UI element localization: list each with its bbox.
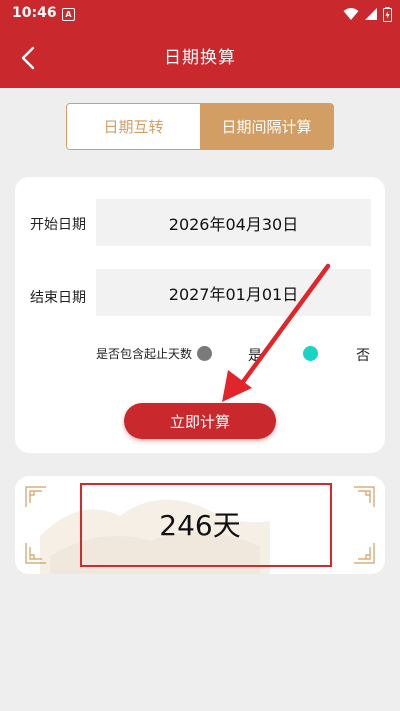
radio-yes-label: 是 (248, 348, 262, 364)
corner-ornament-icon (25, 543, 46, 564)
tab-date-interval[interactable]: 日期间隔计算 (200, 104, 333, 149)
radio-no[interactable] (303, 346, 318, 361)
status-icons (343, 6, 392, 22)
signal-icon (365, 8, 377, 20)
tab-date-convert[interactable]: 日期互转 (67, 104, 200, 149)
calculate-button[interactable]: 立即计算 (124, 403, 276, 439)
end-date-label: 结束日期 (30, 290, 86, 306)
app-notification-icon: A (62, 8, 75, 21)
title-bar: 日期换算 (0, 28, 400, 88)
status-bar: 10:46 A (0, 0, 400, 28)
start-date-field[interactable]: 2026年04月30日 (96, 199, 371, 246)
result-card: 246天 (15, 476, 385, 574)
corner-ornament-icon (354, 543, 375, 564)
status-time: 10:46 (12, 5, 57, 21)
page-title: 日期换算 (164, 48, 236, 68)
battery-icon (383, 6, 392, 22)
include-endpoints-label: 是否包含起止天数 (96, 347, 193, 361)
radio-no-label: 否 (356, 348, 370, 364)
start-date-label: 开始日期 (30, 217, 86, 233)
result-value: 246天 (159, 509, 241, 542)
radio-yes[interactable] (197, 346, 212, 361)
mode-tabs: 日期互转 日期间隔计算 (66, 103, 334, 150)
wifi-icon (343, 8, 359, 20)
end-date-field[interactable]: 2027年01月01日 (96, 269, 371, 316)
form-card: 开始日期 2026年04月30日 结束日期 2027年01月01日 是否包含起止… (15, 177, 385, 453)
